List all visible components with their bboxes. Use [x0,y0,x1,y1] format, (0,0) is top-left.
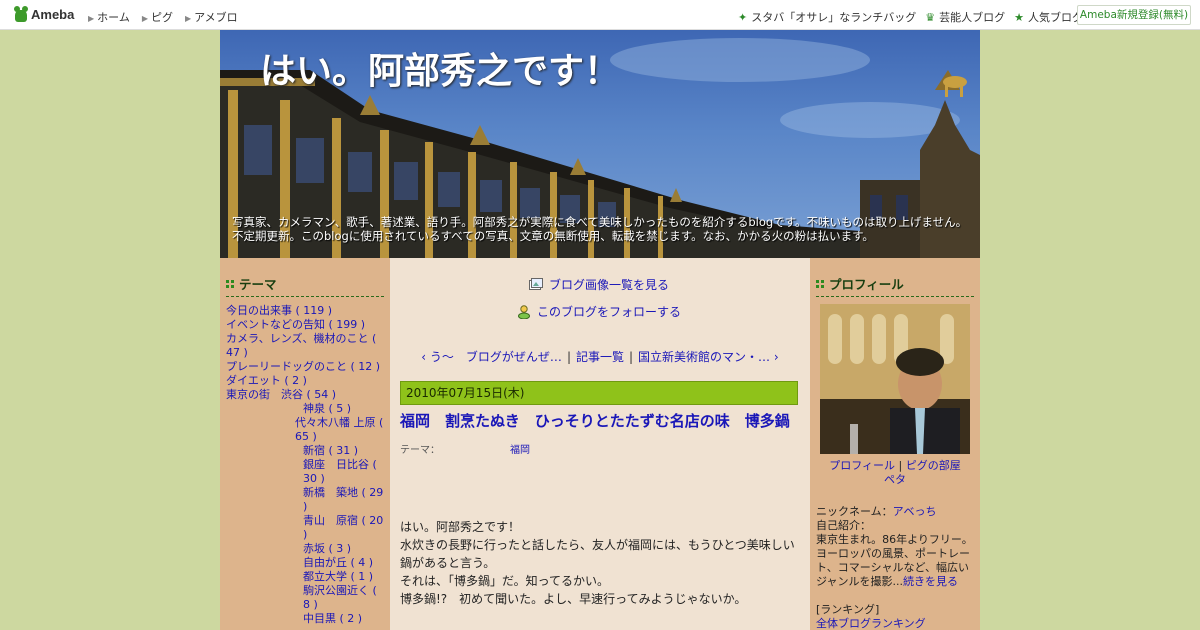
entry-paragraph: 博多鍋!? 初めて聞いた。よし、早速行ってみようじゃないか。 [400,592,747,606]
theme-link[interactable]: 代々木八幡 上原 ( 65 ) [226,416,384,444]
intro-label: 自己紹介： [816,519,871,532]
pager-separator: | [629,350,634,364]
nickname-label: ニックネーム： [816,505,893,518]
theme-link[interactable]: 銀座 日比谷 ( 30 ) [226,458,384,486]
celebrity-blog-link[interactable]: ♛ 芸能人ブログ [925,9,1005,25]
pager-separator: | [566,350,571,364]
theme-link[interactable]: 神泉 ( 5 ) [226,402,384,416]
main-content: ブログ画像一覧を見る このブログをフォローする ‹ う～ ブログがぜんぜ… | 記事… [390,258,810,630]
entry-title[interactable]: 福岡 割烹たぬき ひっそりとたたずむ名店の味 博多鍋 [400,410,790,431]
blog-title[interactable]: はい。阿部秀之です！ [260,42,620,94]
chevron-right-icon: › [770,350,779,364]
peta-link[interactable]: ペタ [884,473,906,486]
theme-link[interactable]: 東京の街 渋谷 ( 54 ) [226,388,384,402]
theme-link[interactable]: 中目黒 ( 2 ) [226,612,384,626]
ameba-topbar: Ameba ▶ ホーム ▶ ピグ ▶ アメブロ ✦ スタバ「オサレ」なランチバッグ ♛ 芸… [0,0,1200,30]
nav-item-pig[interactable]: ▶ ピグ [142,9,173,25]
theme-list: 今日の出来事 ( 119 ) イベントなどの告知 ( 199 ) カメラ、レンズ… [226,304,384,626]
blog-header: はい。阿部秀之です！ 写真家、カメラマン、歌手、著述業、語り手。阿部秀之が実際に… [220,30,980,258]
popular-blog-link[interactable]: ★ 人気ブログ [1014,9,1083,25]
theme-heading: テーマ [226,274,384,297]
theme-link[interactable]: プレーリードッグのこと ( 12 ) [226,360,384,374]
nav-item-home[interactable]: ▶ ホーム [88,9,130,25]
nav-label: アメブロ [194,11,238,24]
triangle-right-icon: ▶ [184,14,192,23]
read-more-link[interactable]: 続きを見る [903,575,958,588]
entry-body: はい。阿部秀之です！ 水炊きの長野に行ったと話したら、友人が福岡には、もうひとつ… [400,518,800,608]
profile-photo-image [820,304,970,454]
nav-label: ピグ [150,11,173,24]
entry-paragraph: それは、「博多鍋」だ。知ってるかい。 [400,574,610,588]
pig-room-link[interactable]: ピグの部屋 [906,459,961,472]
promo-label: スタバ「オサレ」なランチバッグ [751,11,917,24]
profile-photo[interactable] [820,304,970,454]
theme-link[interactable]: カメラ、レンズ、機材のこと ( 47 ) [226,332,384,360]
theme-link[interactable]: 青山 原宿 ( 20 ) [226,514,384,542]
nickname-link[interactable]: アベっち [893,505,937,518]
triangle-right-icon: ▶ [88,14,95,23]
theme-link[interactable]: 新橋 築地 ( 29 ) [226,486,384,514]
bullet-dots-icon [816,279,824,288]
ranking-link[interactable]: 全体ブログランキング [816,617,926,630]
theme-link[interactable]: 都立大学 ( 1 ) [226,570,384,584]
follow-link[interactable]: このブログをフォローする [517,303,681,320]
follow-label: このブログをフォローする [537,305,682,319]
nav-label: ホーム [97,11,130,24]
celebrity-label: 芸能人ブログ [939,11,1006,24]
triangle-right-icon: ▶ [141,14,148,23]
theme-link[interactable]: ダイエット ( 2 ) [226,374,384,388]
profile-info: ニックネーム：アベっち 自己紹介： 東京生まれ。86年よりフリー。ヨーロッパの風… [816,505,974,589]
right-sidebar: プロフィール プロフィール | ピグの部屋 ペタ ニックネーム：アベっち 自己紹… [810,258,980,630]
chevron-left-icon: ‹ [421,350,430,364]
prev-entry-label: う～ ブログがぜんぜ… [429,350,562,364]
profile-links: プロフィール | ピグの部屋 ペタ [829,459,961,486]
top-nav: ▶ ホーム ▶ ピグ ▶ アメブロ [88,9,250,25]
ranking-section: [ランキング] 全体ブログランキング [816,603,974,630]
top-right-links: ✦ スタバ「オサレ」なランチバッグ ♛ 芸能人ブログ ★ 人気ブログ [738,9,1092,25]
next-entry-label: 国立新美術館のマン・… [638,350,771,364]
entry-pager: ‹ う～ ブログがぜんぜ… | 記事一覧 | 国立新美術館のマン・… › [390,348,810,365]
left-sidebar: テーマ 今日の出来事 ( 119 ) イベントなどの告知 ( 199 ) カメラ… [220,258,390,630]
next-entry-link[interactable]: 国立新美術館のマン・… › [638,350,779,364]
image-list-link[interactable]: ブログ画像一覧を見る [529,276,669,293]
theme-link[interactable]: 自由が丘 ( 4 ) [226,556,384,570]
sparkle-icon: ✦ [738,10,748,24]
nav-item-ameblo[interactable]: ▶ アメブロ [185,9,238,25]
profile-heading: プロフィール [816,274,974,297]
theme-link[interactable]: 今日の出来事 ( 119 ) [226,304,384,318]
entry-paragraph: はい。阿部秀之です！ [400,520,521,534]
crown-icon: ♛ [925,10,936,24]
image-gallery-icon [529,277,543,290]
promo-link[interactable]: ✦ スタバ「オサレ」なランチバッグ [738,9,916,25]
popular-label: 人気ブログ [1027,11,1083,24]
register-button[interactable]: Ameba新規登録(無料) [1077,5,1191,25]
profile-link[interactable]: プロフィール [829,459,895,472]
follow-icon [518,304,530,319]
ranking-label: [ランキング] [816,603,880,616]
star-icon: ★ [1014,10,1024,24]
entry-theme-link[interactable]: 福岡 [510,445,530,456]
entry-date: 2010年07月15日(木) [400,381,798,405]
article-list-link[interactable]: 記事一覧 [576,350,624,364]
entry-paragraph: 水炊きの長野に行ったと話したら、友人が福岡には、もうひとつ美味しい鍋があると言う… [400,538,795,570]
theme-heading-label: テーマ [239,277,277,292]
theme-link[interactable]: 駒沢公園近く ( 8 ) [226,584,384,612]
logo-text: Ameba [31,6,75,22]
prev-entry-link[interactable]: ‹ う～ ブログがぜんぜ… [421,350,562,364]
frog-logo-icon [14,6,28,22]
profile-heading-label: プロフィール [829,277,904,292]
theme-link[interactable]: イベントなどの告知 ( 199 ) [226,318,384,332]
ameba-logo[interactable]: Ameba [14,6,74,22]
theme-label: テーマ： [400,445,440,456]
theme-link[interactable]: 新宿 ( 31 ) [226,444,384,458]
image-list-label: ブログ画像一覧を見る [549,278,670,292]
blog-description: 写真家、カメラマン、歌手、著述業、語り手。阿部秀之が実際に食べて美味しかったもの… [232,215,968,243]
bullet-dots-icon [226,279,234,288]
theme-link[interactable]: 赤坂 ( 3 ) [226,542,384,556]
entry-theme: テーマ： 福岡 [400,441,530,456]
